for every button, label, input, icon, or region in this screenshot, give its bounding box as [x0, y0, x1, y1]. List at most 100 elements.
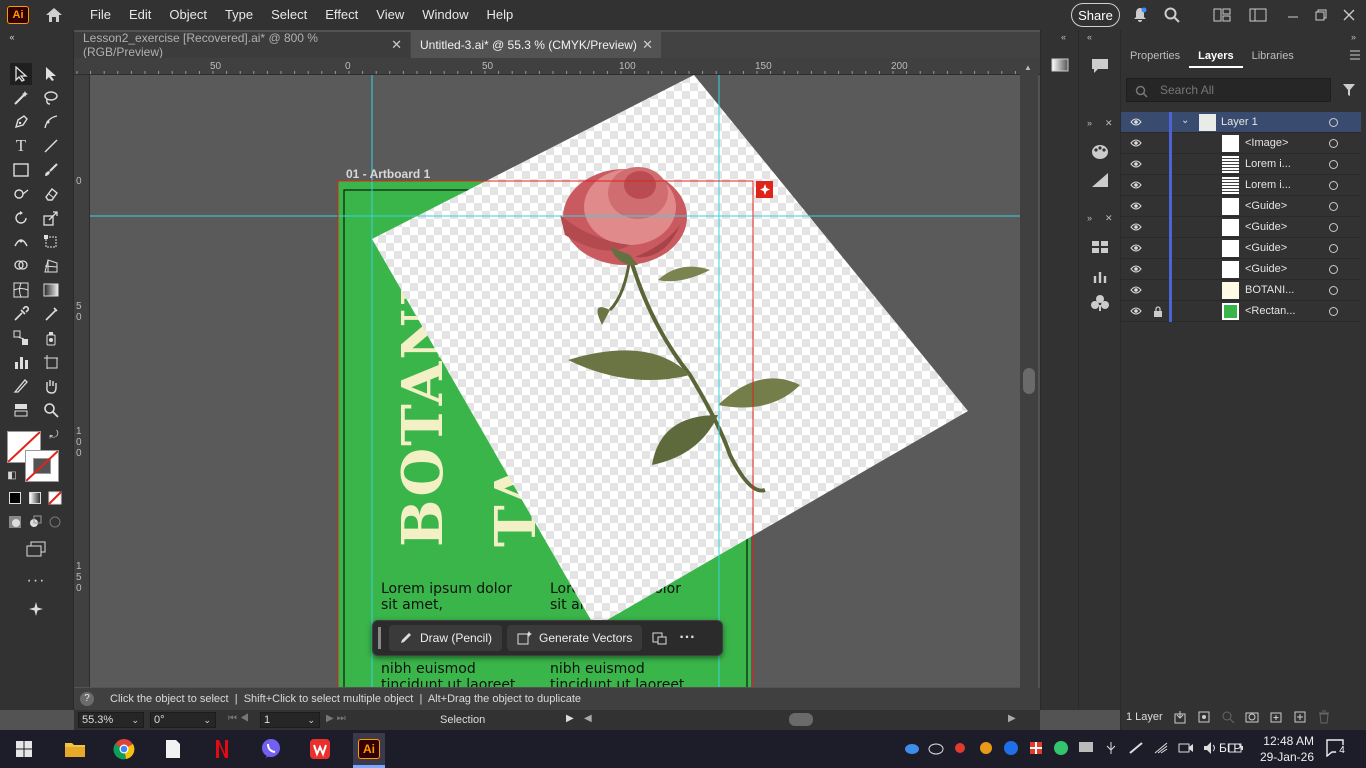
slice-tool-icon[interactable]	[10, 375, 32, 397]
more-options-icon[interactable]: ···	[676, 627, 698, 649]
artboard-label[interactable]: 01 - Artboard 1	[346, 167, 431, 181]
default-fill-stroke-icon[interactable]: ◧	[5, 468, 19, 482]
lock-icon[interactable]	[1153, 306, 1163, 320]
zoom-tool-icon[interactable]	[40, 399, 62, 421]
layer-name[interactable]: Lorem i...	[1245, 158, 1291, 170]
layer-name[interactable]: BOTANI...	[1245, 284, 1294, 296]
share-button[interactable]: Share	[1071, 3, 1120, 27]
menu-object[interactable]: Object	[160, 0, 216, 30]
display-icon[interactable]	[1078, 741, 1094, 755]
target-icon[interactable]	[1329, 139, 1338, 148]
target-icon[interactable]	[1329, 244, 1338, 253]
collapse-panel-icon[interactable]: »	[1351, 32, 1356, 42]
restore-icon[interactable]	[1311, 5, 1331, 25]
layer-name[interactable]: Layer 1	[1221, 116, 1258, 128]
collapse-group-icon[interactable]: »	[1087, 213, 1092, 223]
horizontal-ruler[interactable]: 50 0 50 100 150 200	[74, 58, 1040, 75]
artboard-nav-next-icon[interactable]: ▶⏭	[326, 713, 349, 724]
generative-ai-icon[interactable]	[25, 598, 47, 620]
netflix-icon[interactable]	[206, 733, 238, 765]
tab-libraries[interactable]: Libraries	[1243, 44, 1303, 68]
wps-office-icon[interactable]	[304, 733, 336, 765]
direct-selection-tool-icon[interactable]	[40, 63, 62, 85]
collapse-group-icon[interactable]: »	[1087, 118, 1092, 128]
shape-builder-tool-icon[interactable]	[10, 255, 32, 277]
tab-lesson2[interactable]: Lesson2_exercise [Recovered].ai* @ 800 %…	[74, 31, 410, 59]
shaper-tool-icon[interactable]	[10, 183, 32, 205]
swatches-icon[interactable]	[1091, 240, 1109, 257]
tray-app-icon[interactable]	[953, 741, 969, 755]
workspace-switcher-icon[interactable]	[1212, 5, 1232, 25]
gradient-panel-icon[interactable]	[1051, 58, 1069, 75]
layer-row-rectangle[interactable]: <Rectan...	[1121, 301, 1361, 322]
layer-name[interactable]: Lorem i...	[1245, 179, 1291, 191]
delete-layer-icon[interactable]	[1317, 710, 1331, 724]
symbols-icon[interactable]	[1091, 294, 1109, 315]
zoom-level-field[interactable]: 55.3% ⌄	[78, 712, 144, 728]
keyboard-language[interactable]: БГР	[1219, 741, 1241, 755]
stroke-swatch[interactable]	[25, 450, 59, 482]
tray-app-icon[interactable]	[1053, 740, 1069, 756]
target-icon[interactable]	[1329, 160, 1338, 169]
menu-help[interactable]: Help	[477, 0, 522, 30]
locate-object-icon[interactable]	[1197, 710, 1211, 724]
tab-untitled-3[interactable]: Untitled-3.ai* @ 55.3 % (CMYK/Preview) ✕	[411, 32, 661, 58]
layers-search-input[interactable]: Search All	[1126, 78, 1331, 102]
layer-name[interactable]: <Guide>	[1245, 242, 1287, 254]
draw-behind-icon[interactable]	[27, 514, 43, 530]
eye-icon[interactable]	[1130, 285, 1142, 295]
eye-icon[interactable]	[1130, 264, 1142, 274]
eye-icon[interactable]	[1130, 201, 1142, 211]
start-button-icon[interactable]	[8, 733, 40, 765]
vertical-ruler[interactable]: 0 5 0 1 0 0 1 5 0	[74, 75, 90, 687]
illustrator-taskbar-icon[interactable]: Ai	[353, 733, 385, 765]
layer-name[interactable]: <Guide>	[1245, 263, 1287, 275]
target-icon[interactable]	[1329, 202, 1338, 211]
brushes-icon[interactable]	[1091, 266, 1109, 287]
blend-tool-icon[interactable]	[10, 327, 32, 349]
layer-name[interactable]: <Guide>	[1245, 200, 1287, 212]
scroll-thumb[interactable]	[1023, 368, 1035, 394]
status-mode[interactable]: Selection	[440, 714, 485, 726]
make-clipping-mask-icon[interactable]	[1245, 710, 1259, 724]
drag-handle[interactable]	[378, 627, 381, 649]
layer-row-guide-2[interactable]: <Guide>	[1121, 217, 1361, 238]
hand-tool-icon[interactable]	[40, 375, 62, 397]
target-icon[interactable]	[1329, 265, 1338, 274]
eraser-tool-icon[interactable]	[40, 183, 62, 205]
new-layer-icon[interactable]	[1293, 710, 1307, 724]
target-icon[interactable]	[1329, 286, 1338, 295]
rectangle-tool-icon[interactable]	[10, 159, 32, 181]
search-icon[interactable]	[1162, 5, 1182, 25]
target-icon[interactable]	[1329, 181, 1338, 190]
home-icon[interactable]	[43, 4, 65, 26]
close-tab-icon[interactable]: ✕	[391, 37, 402, 53]
viber-icon[interactable]	[255, 733, 287, 765]
rotate-view-field[interactable]: 0° ⌄	[150, 712, 216, 728]
rotate-tool-icon[interactable]	[10, 207, 32, 229]
gradient-tool-icon[interactable]	[40, 279, 62, 301]
close-tab-icon[interactable]: ✕	[642, 37, 653, 53]
status-menu-arrow-icon[interactable]: ▶	[566, 713, 574, 724]
tray-app-icon[interactable]	[1028, 740, 1044, 756]
minimize-icon[interactable]	[1283, 5, 1303, 25]
eye-icon[interactable]	[1130, 222, 1142, 232]
swap-fill-stroke-icon[interactable]: ⤾	[47, 428, 61, 442]
collapse-dock-icon[interactable]: «	[1087, 32, 1092, 42]
tray-app-icon[interactable]	[978, 741, 994, 755]
generative-fill-badge[interactable]	[756, 181, 773, 198]
draw-inside-icon[interactable]	[47, 514, 63, 530]
symbol-sprayer-tool-icon[interactable]	[40, 327, 62, 349]
file-explorer-icon[interactable]	[59, 733, 91, 765]
layer-row-image[interactable]: <Image>	[1121, 133, 1361, 154]
print-tiling-tool-icon[interactable]	[10, 399, 32, 421]
layer-row-botanical[interactable]: BOTANI...	[1121, 280, 1361, 301]
pen-tool-icon[interactable]	[10, 111, 32, 133]
none-mode-icon[interactable]	[47, 490, 63, 506]
notifications-icon[interactable]: 4	[1326, 739, 1348, 760]
vertical-scrollbar[interactable]: ▲ ▼	[1020, 58, 1038, 712]
curvature-tool-icon[interactable]	[40, 111, 62, 133]
target-icon[interactable]	[1329, 223, 1338, 232]
eye-icon[interactable]	[1130, 180, 1142, 190]
generate-vectors-button[interactable]: Generate Vectors	[507, 625, 643, 651]
